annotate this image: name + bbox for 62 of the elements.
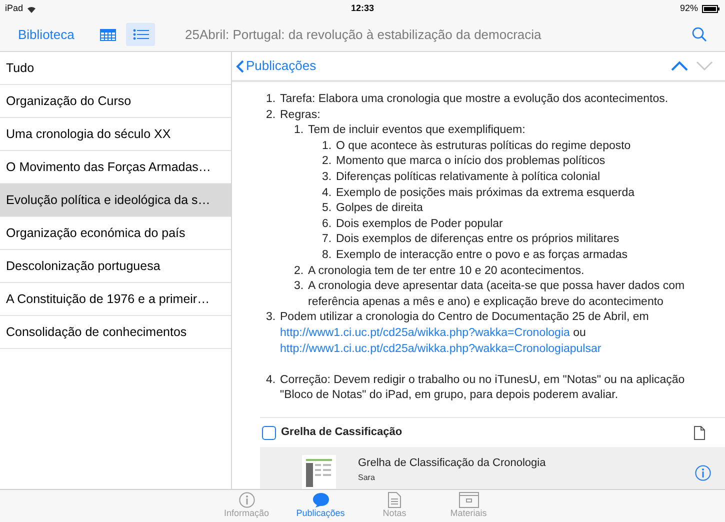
tab[interactable]: Publicações: [286, 490, 356, 522]
calendar-icon: [100, 28, 116, 40]
status-time: 12:33: [350, 2, 374, 16]
info-icon[interactable]: [695, 465, 711, 481]
list-number: 2.: [294, 264, 305, 279]
document-icon: [388, 492, 401, 508]
search-button[interactable]: [692, 27, 707, 42]
document-icon: [694, 426, 705, 440]
file-row[interactable]: Grelha de Classificação da Cronologia Sara: [260, 447, 725, 489]
list-number: 4.: [266, 372, 277, 388]
list-item-text: Diferenças políticas relativamente à política colonial: [336, 170, 601, 185]
file-title: Grelha de Classificação da Cronologia: [358, 456, 547, 471]
list-number: 1.: [294, 123, 305, 138]
file-author: Sara: [358, 472, 376, 484]
list-view-button[interactable]: [126, 23, 155, 46]
link[interactable]: http://www1.ci.uc.pt/cd25a/wikka.php?wakka=Cronologia: [280, 326, 570, 339]
list-item-text: Correção: Devem redigir o trabalho ou no iTunesU, em "Notas" ou na aplicação "Bloco de Notas" do iPad, em grupo, para depois poderem avaliar.: [280, 372, 686, 404]
list-number: 1.: [322, 138, 333, 154]
search-icon: [692, 27, 707, 42]
previous-button[interactable]: [671, 61, 688, 71]
list-number: 6.: [322, 216, 333, 232]
chevron-left-icon: [236, 60, 244, 72]
list-number: 7.: [322, 232, 333, 248]
list-item-text: Momento que marca o início dos problemas políticos: [336, 154, 606, 170]
section-title: Grelha de Cassificação: [281, 425, 404, 440]
list-item-text: A cronologia tem de ter entre 10 e 20 acontecimentos.: [308, 264, 586, 279]
list-number: 2.: [266, 108, 277, 123]
list-number: 2.: [322, 154, 333, 170]
checkbox[interactable]: [262, 426, 276, 440]
tray-icon: [458, 492, 478, 508]
list-number: 5.: [322, 201, 333, 216]
wifi-icon: [27, 6, 36, 12]
chevron-down-icon: [696, 61, 713, 71]
battery-percent: 92%: [680, 2, 698, 16]
back-link[interactable]: Biblioteca: [18, 24, 93, 44]
list-item-text: Exemplo de posições mais próximas da extrema esquerda: [336, 186, 636, 201]
list-item-text: Dois exemplos de diferenças entre os próprios militares: [336, 232, 620, 248]
list-number: 4.: [322, 186, 333, 201]
device-name: iPad: [5, 2, 24, 16]
list-item-text: A cronologia deve apresentar data (aceita-se que possa haver dados com referência apenas a mês e ano) e explicação breve do acontecimento: [308, 279, 686, 310]
list-item-text: Golpes de direita: [336, 201, 424, 216]
list-number: 8.: [322, 248, 333, 263]
speech-bubble-icon: [312, 492, 330, 508]
back-link[interactable]: Publicações: [236, 56, 316, 76]
list-item-text: Tem de incluir eventos que exemplifiquem:: [308, 123, 526, 138]
list-item-text: Tarefa: Elabora uma cronologia que mostre a evolução dos acontecimentos.: [280, 92, 670, 107]
list-item-text: Regras:: [280, 108, 322, 123]
list-item-text: Dois exemplos de Poder popular: [336, 216, 504, 232]
list-number: 3.: [294, 279, 305, 294]
link[interactable]: http://www1.ci.uc.pt/cd25a/wikka.php?wakka=Cronologiapulsar: [280, 342, 602, 354]
list-item-text: Exemplo de interacção entre o povo e as forças armadas: [336, 248, 628, 263]
chevron-up-icon: [671, 61, 688, 71]
list-number: 3.: [266, 310, 277, 326]
list-number: 3.: [322, 170, 333, 185]
list-item-text: O que acontece às estruturas políticas do regime deposto: [336, 138, 632, 154]
list-icon: [132, 29, 148, 40]
sidebar-item[interactable]: Evolução política e ideológica da s…: [0, 184, 231, 217]
list-number: 1.: [266, 92, 277, 107]
info-icon: [238, 492, 254, 508]
list-item-text: Podem utilizar a cronologia do Centro de Documentação 25 de Abril, em http://www1.ci.uc.pt/cd25a/wikka.php?wakka=Cronologia ou http://www1.ci.uc.pt/cd25a/wikka.php?wakka=Cronologiapulsar: [280, 310, 650, 356]
battery-icon: [702, 5, 720, 13]
window-title: 25Abril: Portugal: da revolução à estabilização da democracia: [185, 26, 542, 44]
